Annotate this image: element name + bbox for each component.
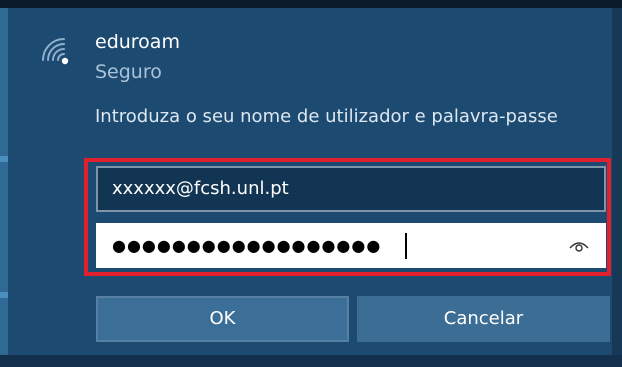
left-edge	[0, 8, 8, 367]
right-edge	[612, 8, 622, 367]
eye-icon[interactable]	[568, 235, 590, 257]
edge-stripe	[0, 292, 8, 298]
text-caret	[405, 233, 407, 259]
edge-stripe	[0, 156, 8, 162]
password-masked-value: ●●●●●●●●●●●●●●●●●●	[112, 236, 382, 255]
credentials-instruction: Introduza o seu nome de utilizador e pal…	[95, 106, 558, 127]
username-field[interactable]: xxxxxx@fcsh.unl.pt	[96, 166, 606, 212]
ok-button[interactable]: OK	[96, 296, 349, 342]
wifi-secured-icon	[42, 38, 69, 65]
wifi-flyout-screen: eduroam Seguro Introduza o seu nome de u…	[0, 0, 622, 367]
network-status: Seguro	[95, 61, 162, 83]
password-field[interactable]: ●●●●●●●●●●●●●●●●●●	[96, 223, 606, 268]
bottom-band	[0, 355, 622, 367]
cancel-button[interactable]: Cancelar	[357, 296, 610, 342]
top-band	[0, 0, 622, 8]
network-name: eduroam	[95, 31, 180, 53]
